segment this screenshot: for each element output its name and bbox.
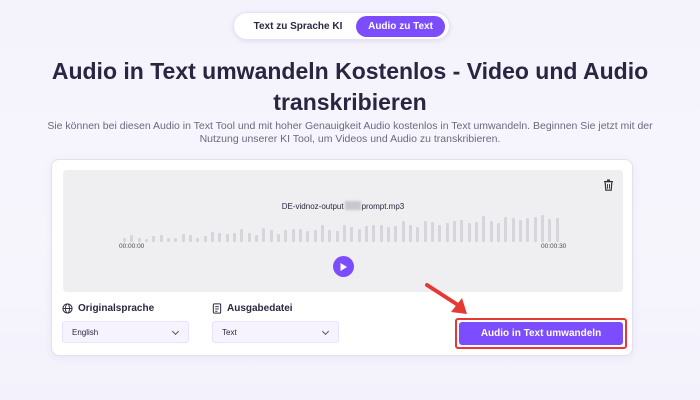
waveform-bar (445, 222, 449, 242)
waveform-bar (467, 223, 471, 242)
file-name: DE-vidnoz-output prompt.mp3 (63, 201, 623, 211)
waveform-bar (365, 226, 368, 242)
waveform-bar (328, 229, 332, 242)
waveform-bar (137, 237, 141, 242)
waveform-bar (555, 217, 559, 242)
waveform-bar (475, 222, 478, 242)
page-subtitle: Sie können bei diesen Audio in Text Tool… (47, 120, 653, 145)
convert-highlight: Audio in Text umwandeln (455, 318, 627, 349)
converter-card: DE-vidnoz-output prompt.mp3 00:00:00 00:0… (51, 159, 633, 356)
output-format-select[interactable]: Text (212, 321, 339, 343)
waveform-bar (416, 227, 420, 242)
waveform-bar (255, 234, 258, 242)
waveform-bar (233, 233, 236, 242)
time-start: 00:00:00 (119, 243, 145, 250)
file-name-suffix: prompt.mp3 (361, 202, 405, 211)
pointer-arrow-icon (425, 283, 467, 314)
waveform-bar (196, 237, 200, 242)
waveform-bar (181, 233, 185, 242)
waveform-bar (277, 233, 280, 242)
trash-icon[interactable] (599, 176, 617, 194)
waveform-bar (511, 217, 515, 242)
audio-player: DE-vidnoz-output prompt.mp3 00:00:00 00:0… (63, 170, 623, 292)
globe-icon (62, 303, 73, 314)
chevron-down-icon (321, 327, 330, 336)
waveform-bar (174, 237, 178, 242)
output-file-label-text: Ausgabedatei (227, 303, 293, 314)
tab-audio-to-text[interactable]: Audio zu Text (356, 16, 445, 37)
waveform-bar (533, 216, 537, 242)
waveform-bar (313, 230, 317, 242)
waveform-bar (357, 229, 361, 242)
waveform-bar (145, 239, 148, 242)
waveform-bar (482, 216, 486, 242)
waveform-bar (299, 229, 302, 242)
mode-tabs: Text zu Sprache KI Audio zu Text (233, 12, 450, 40)
waveform-bar (519, 219, 522, 242)
waveform-bar (262, 228, 266, 242)
waveform-bar (526, 218, 530, 242)
waveform-bar (240, 229, 244, 242)
tab-text-to-speech[interactable]: Text zu Sprache KI (242, 16, 354, 37)
waveform-bar (123, 237, 126, 242)
waveform-bar (541, 214, 544, 242)
redacted-segment (344, 201, 361, 210)
source-language-select[interactable]: English (62, 321, 189, 343)
waveform-bar (218, 233, 222, 242)
waveform-bar (225, 234, 229, 242)
waveform-bar (387, 227, 390, 242)
waveform-bar (372, 225, 376, 242)
page-title: Audio in Text umwandeln Kostenlos - Vide… (51, 58, 649, 115)
waveform-bar (306, 231, 310, 242)
file-name-prefix: DE-vidnoz-output (281, 202, 344, 211)
play-icon (340, 262, 347, 271)
waveform-bar (152, 235, 156, 242)
waveform-bar (211, 232, 214, 242)
source-language-label: Originalsprache (62, 303, 154, 314)
waveform-bar (460, 219, 464, 242)
waveform-bar (394, 226, 398, 242)
waveform-bar (130, 234, 134, 242)
waveform-bar (167, 238, 170, 242)
waveform-bar (159, 234, 163, 242)
waveform-bar (350, 226, 354, 242)
play-button[interactable] (333, 256, 354, 277)
waveform-bar (401, 221, 405, 242)
waveform-bar (504, 216, 508, 242)
waveform-bar (335, 231, 339, 242)
waveform-bar (291, 228, 295, 242)
time-end: 00:00:30 (541, 243, 567, 250)
waveform-bar (284, 229, 288, 242)
waveform-bar (203, 235, 207, 242)
waveform-bar (189, 234, 192, 242)
waveform-bar (269, 230, 273, 242)
chevron-down-icon (171, 327, 180, 336)
waveform-bar (321, 225, 324, 242)
waveform-bar (489, 220, 493, 242)
output-file-label: Ausgabedatei (212, 303, 293, 314)
source-language-label-text: Originalsprache (78, 303, 155, 314)
waveform-bar (548, 218, 552, 242)
waveform-bar (247, 233, 251, 242)
waveform-bar (343, 224, 346, 242)
source-language-value: English (72, 327, 99, 337)
waveform-bar (409, 225, 412, 242)
waveform[interactable] (123, 212, 563, 242)
waveform-bar (379, 224, 383, 242)
waveform-bar (497, 222, 500, 242)
convert-button[interactable]: Audio in Text umwandeln (459, 322, 623, 345)
output-format-value: Text (222, 327, 237, 337)
file-icon (212, 303, 222, 314)
waveform-bar (453, 221, 456, 242)
waveform-bar (438, 224, 442, 242)
waveform-bar (423, 220, 427, 242)
waveform-bar (431, 222, 434, 242)
